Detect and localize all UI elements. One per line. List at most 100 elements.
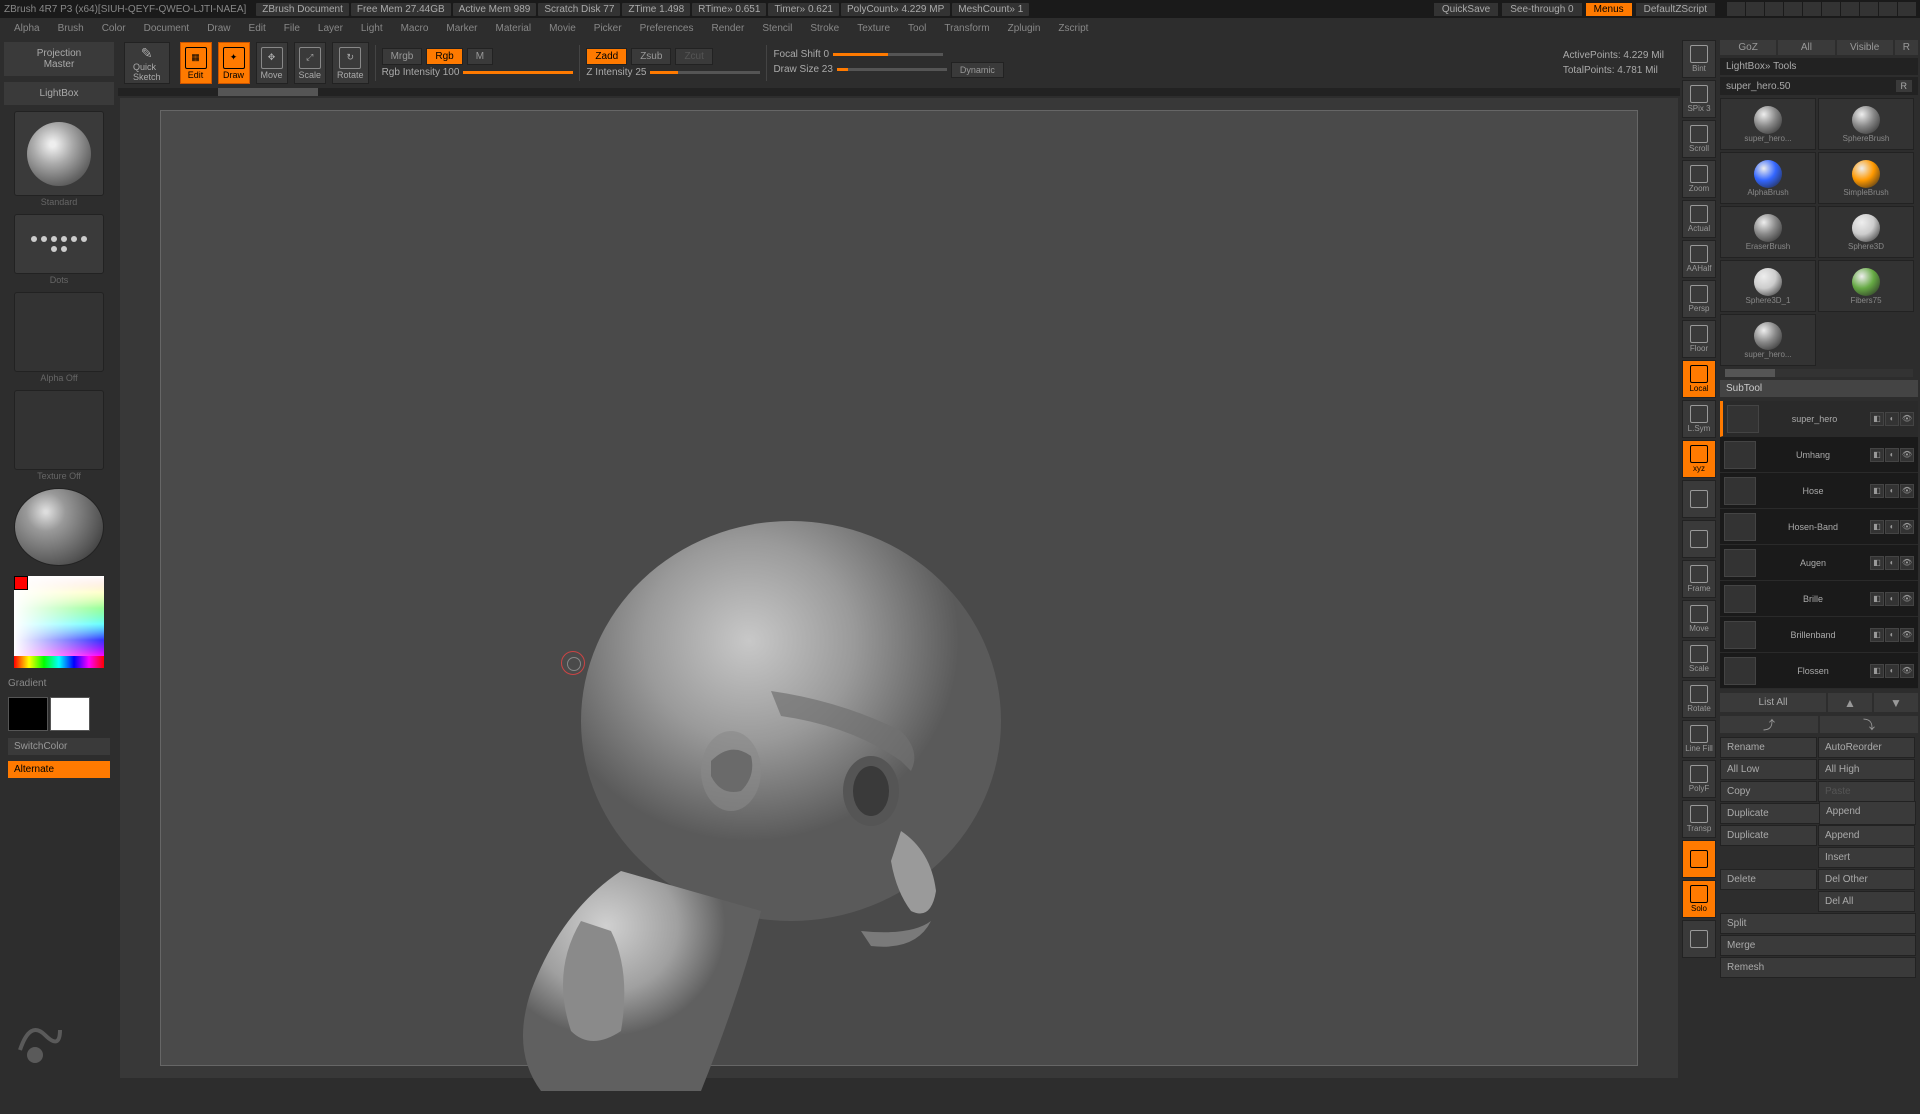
menu-brush[interactable]: Brush <box>50 21 92 36</box>
viewport-zoom-button[interactable]: Zoom <box>1682 160 1716 198</box>
tool-EraserBrush[interactable]: EraserBrush <box>1720 206 1816 258</box>
material-selector[interactable] <box>14 488 104 566</box>
focal-shift-slider[interactable] <box>833 53 943 56</box>
tool-superhero[interactable]: super_hero... <box>1720 98 1816 150</box>
subtool-row[interactable]: Hosen-Band◧◐👁 <box>1720 509 1918 545</box>
paint-icon[interactable]: ◧ <box>1870 628 1884 642</box>
quicksketch-button[interactable]: ✎Quick Sketch <box>124 42 170 84</box>
mrgb-toggle[interactable]: Mrgb <box>382 48 423 65</box>
eye-icon[interactable]: 👁 <box>1900 520 1914 534</box>
tool-AlphaBrush[interactable]: AlphaBrush <box>1720 152 1816 204</box>
close-icon[interactable] <box>1898 2 1916 16</box>
rename-button[interactable]: Rename <box>1720 737 1817 758</box>
copy-button[interactable]: Copy <box>1720 781 1817 802</box>
primary-color[interactable] <box>50 697 90 731</box>
r-tab[interactable]: R <box>1895 40 1918 55</box>
history-scrollbar[interactable] <box>118 88 1680 96</box>
vis-icon[interactable]: ◐ <box>1885 556 1899 570</box>
eye-icon[interactable]: 👁 <box>1900 556 1914 570</box>
quicksave-button[interactable]: QuickSave <box>1434 3 1498 16</box>
viewport-transp-button[interactable]: Transp <box>1682 800 1716 838</box>
paint-icon[interactable]: ◧ <box>1870 520 1884 534</box>
eye-icon[interactable]: 👁 <box>1900 448 1914 462</box>
visible-tab[interactable]: Visible <box>1837 40 1893 55</box>
m-toggle[interactable]: M <box>467 48 493 65</box>
menu-file[interactable]: File <box>276 21 308 36</box>
scale-mode-button[interactable]: ⤢Scale <box>294 42 327 84</box>
vis-icon[interactable]: ◐ <box>1885 664 1899 678</box>
restore-icon[interactable] <box>1841 2 1859 16</box>
window-max-icon[interactable] <box>1879 2 1897 16</box>
paint-icon[interactable]: ◧ <box>1870 664 1884 678</box>
paint-icon[interactable]: ◧ <box>1870 592 1884 606</box>
all-tab[interactable]: All <box>1778 40 1834 55</box>
subtool-down-button[interactable]: ▼ <box>1874 693 1918 712</box>
menu-texture[interactable]: Texture <box>849 21 898 36</box>
goz-tab[interactable]: GoZ <box>1720 40 1776 55</box>
paste-button[interactable]: Paste <box>1818 781 1915 802</box>
viewport-btn20-button[interactable] <box>1682 840 1716 878</box>
menu-color[interactable]: Color <box>94 21 134 36</box>
viewport-xyz-button[interactable]: xyz <box>1682 440 1716 478</box>
brush-selector[interactable]: Standard <box>14 111 104 196</box>
viewport-scale-button[interactable]: Scale <box>1682 640 1716 678</box>
viewport-persp-button[interactable]: Persp <box>1682 280 1716 318</box>
menu-edit[interactable]: Edit <box>241 21 274 36</box>
viewport-aahalf-button[interactable]: AAHalf <box>1682 240 1716 278</box>
paint-icon[interactable]: ◧ <box>1870 556 1884 570</box>
rgb-intensity-slider[interactable] <box>463 71 573 74</box>
menu-layer[interactable]: Layer <box>310 21 351 36</box>
seethrough-slider[interactable]: See-through 0 <box>1502 3 1581 16</box>
paint-icon[interactable]: ◧ <box>1870 448 1884 462</box>
menu-material[interactable]: Material <box>488 21 540 36</box>
menu-marker[interactable]: Marker <box>438 21 485 36</box>
eye-icon[interactable]: 👁 <box>1900 592 1914 606</box>
draw-size-slider[interactable] <box>837 68 947 71</box>
color-picker[interactable] <box>14 576 104 668</box>
switchcolor-button[interactable]: SwitchColor <box>8 738 110 755</box>
list-all-button[interactable]: List All <box>1720 693 1826 712</box>
dynamic-toggle[interactable]: Dynamic <box>951 62 1004 78</box>
menu-light[interactable]: Light <box>353 21 391 36</box>
menu-picker[interactable]: Picker <box>586 21 630 36</box>
vis-icon[interactable]: ◐ <box>1885 484 1899 498</box>
viewport-frame-button[interactable]: Frame <box>1682 560 1716 598</box>
subtool-move-up-button[interactable]: ⤴ <box>1720 716 1818 733</box>
tool-Sphere3D1[interactable]: Sphere3D_1 <box>1720 260 1816 312</box>
stroke-selector[interactable]: Dots <box>14 214 104 274</box>
vis-icon[interactable]: ◐ <box>1885 628 1899 642</box>
undo-icon[interactable] <box>1746 2 1764 16</box>
subtool-row[interactable]: super_hero◧◐👁 <box>1720 401 1918 437</box>
menu-draw[interactable]: Draw <box>199 21 238 36</box>
append-button[interactable]: Append <box>1819 801 1916 825</box>
remesh-section[interactable]: Remesh <box>1720 957 1916 978</box>
zsub-toggle[interactable]: Zsub <box>631 48 671 65</box>
rotate-mode-button[interactable]: ↻Rotate <box>332 42 369 84</box>
menus-toggle[interactable]: Menus <box>1586 3 1632 16</box>
tool-SimpleBrush[interactable]: SimpleBrush <box>1818 152 1914 204</box>
duplicate-button-2[interactable]: Duplicate <box>1720 825 1817 846</box>
delete-button[interactable]: Delete <box>1720 869 1817 890</box>
menu-stencil[interactable]: Stencil <box>754 21 800 36</box>
menu-zplugin[interactable]: Zplugin <box>1000 21 1049 36</box>
viewport-btn11-button[interactable] <box>1682 480 1716 518</box>
subtool-row[interactable]: Augen◧◐👁 <box>1720 545 1918 581</box>
subtool-row[interactable]: Brillenband◧◐👁 <box>1720 617 1918 653</box>
vis-icon[interactable]: ◐ <box>1885 412 1899 426</box>
move-mode-button[interactable]: ✥Move <box>256 42 288 84</box>
tool-name-field[interactable]: super_hero.50R <box>1720 77 1918 95</box>
tool-Sphere3D[interactable]: Sphere3D <box>1818 206 1914 258</box>
viewport-linefill-button[interactable]: Line Fill <box>1682 720 1716 758</box>
subtool-row[interactable]: Flossen◧◐👁 <box>1720 653 1918 689</box>
zcut-toggle[interactable]: Zcut <box>675 48 712 65</box>
vis-icon[interactable]: ◐ <box>1885 592 1899 606</box>
menu-stroke[interactable]: Stroke <box>802 21 847 36</box>
gradient-label[interactable]: Gradient <box>2 676 116 691</box>
subtool-move-down-button[interactable]: ⤵ <box>1820 716 1918 733</box>
dock2-icon[interactable] <box>1784 2 1802 16</box>
eye-icon[interactable]: 👁 <box>1900 628 1914 642</box>
eye-icon[interactable]: 👁 <box>1900 412 1914 426</box>
del-all-button[interactable]: Del All <box>1818 891 1915 912</box>
viewport-rotate-button[interactable]: Rotate <box>1682 680 1716 718</box>
vis-icon[interactable]: ◐ <box>1885 448 1899 462</box>
